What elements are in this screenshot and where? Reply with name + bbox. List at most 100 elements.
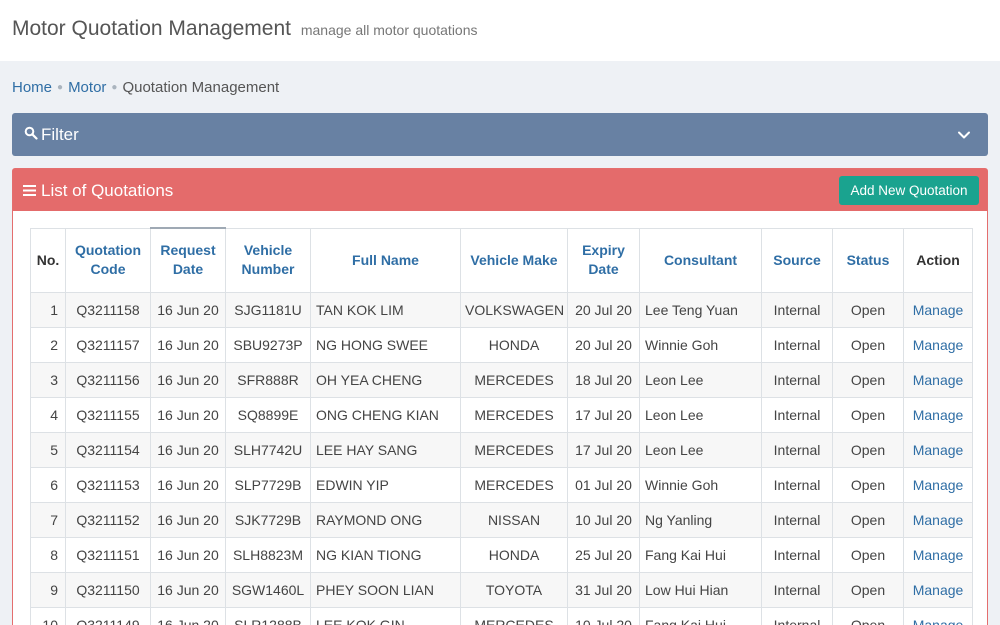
manage-link[interactable]: Manage <box>913 582 964 598</box>
table-row: 5 Q3211154 16 Jun 20 SLH7742U LEE HAY SANG ME… <box>30 431 973 468</box>
action-cell: Manage <box>903 361 973 398</box>
row-number-cell: 5 <box>30 431 66 468</box>
manage-link[interactable]: Manage <box>913 512 964 528</box>
column-header-request-date[interactable]: Request Date <box>150 227 226 293</box>
manage-link[interactable]: Manage <box>913 372 964 388</box>
expiry-date-cell: 31 Jul 20 <box>567 571 640 608</box>
expiry-date-cell: 20 Jul 20 <box>567 326 640 363</box>
row-number-cell: 1 <box>30 291 66 328</box>
vehicle-make-cell: MERCEDES <box>460 466 568 503</box>
page-title: Motor Quotation Management manage all mo… <box>12 17 478 41</box>
manage-link[interactable]: Manage <box>913 477 964 493</box>
vehicle-make-cell: HONDA <box>460 326 568 363</box>
consultant-cell: Leon Lee <box>639 431 762 468</box>
expiry-date-cell: 25 Jul 20 <box>567 536 640 573</box>
manage-link[interactable]: Manage <box>913 302 964 318</box>
action-cell: Manage <box>903 326 973 363</box>
vehicle-number-cell: SFR888R <box>225 361 311 398</box>
consultant-cell: Low Hui Hian <box>639 571 762 608</box>
request-date-cell: 16 Jun 20 <box>150 291 226 328</box>
breadcrumb-motor-link[interactable]: Motor <box>68 79 106 96</box>
action-cell: Manage <box>903 571 973 608</box>
vehicle-number-cell: SLH7742U <box>225 431 311 468</box>
breadcrumb: Home ● Motor ● Quotation Management <box>12 79 279 96</box>
table-row: 4 Q3211155 16 Jun 20 SQ8899E ONG CHENG KIAN M… <box>30 396 973 433</box>
action-cell: Manage <box>903 431 973 468</box>
full-name-cell: EDWIN YIP <box>310 466 461 503</box>
column-header-vehicle-make[interactable]: Vehicle Make <box>460 227 568 293</box>
vehicle-number-cell: SGW1460L <box>225 571 311 608</box>
vehicle-make-cell: VOLKSWAGEN <box>460 291 568 328</box>
consultant-cell: Fang Kai Hui <box>639 606 762 625</box>
expiry-date-cell: 10 Jul 20 <box>567 501 640 538</box>
full-name-cell: RAYMOND ONG <box>310 501 461 538</box>
page-subtitle: manage all motor quotations <box>300 22 478 38</box>
column-header-consultant[interactable]: Consultant <box>639 227 762 293</box>
expiry-date-cell: 18 Jul 20 <box>567 361 640 398</box>
column-header-source[interactable]: Source <box>761 227 833 293</box>
quotation-list-title: List of Quotations <box>41 181 174 200</box>
column-header-status[interactable]: Status <box>832 227 904 293</box>
expiry-date-cell: 17 Jul 20 <box>567 396 640 433</box>
consultant-cell: Leon Lee <box>639 361 762 398</box>
source-cell: Internal <box>761 431 833 468</box>
quotation-code-cell: Q3211150 <box>65 571 151 608</box>
vehicle-make-cell: HONDA <box>460 536 568 573</box>
full-name-cell: NG KIAN TIONG <box>310 536 461 573</box>
status-cell: Open <box>832 466 904 503</box>
status-cell: Open <box>832 571 904 608</box>
manage-link[interactable]: Manage <box>913 337 964 353</box>
manage-link[interactable]: Manage <box>913 617 964 625</box>
status-cell: Open <box>832 291 904 328</box>
column-header-vehicle-number[interactable]: Vehicle Number <box>225 227 311 293</box>
filter-bar[interactable]: Filter <box>12 113 988 156</box>
vehicle-number-cell: SLR1288B <box>225 606 311 625</box>
column-header-no: No. <box>30 227 66 293</box>
vehicle-make-cell: TOYOTA <box>460 571 568 608</box>
request-date-cell: 16 Jun 20 <box>150 501 226 538</box>
breadcrumb-separator: ● <box>111 82 118 93</box>
row-number-cell: 2 <box>30 326 66 363</box>
source-cell: Internal <box>761 571 833 608</box>
quotation-code-cell: Q3211155 <box>65 396 151 433</box>
chevron-down-icon[interactable] <box>956 127 972 143</box>
list-icon <box>23 185 36 196</box>
column-header-full-name[interactable]: Full Name <box>310 227 461 293</box>
breadcrumb-home-link[interactable]: Home <box>12 79 52 96</box>
manage-link[interactable]: Manage <box>913 547 964 563</box>
status-cell: Open <box>832 396 904 433</box>
manage-link[interactable]: Manage <box>913 407 964 423</box>
quotation-code-cell: Q3211157 <box>65 326 151 363</box>
quotation-code-cell: Q3211152 <box>65 501 151 538</box>
quotation-code-cell: Q3211156 <box>65 361 151 398</box>
search-icon <box>24 126 38 140</box>
manage-link[interactable]: Manage <box>913 442 964 458</box>
consultant-cell: Winnie Goh <box>639 326 762 363</box>
column-header-expiry-date[interactable]: Expiry Date <box>567 227 640 293</box>
expiry-date-cell: 01 Jul 20 <box>567 466 640 503</box>
column-header-quotation-code[interactable]: Quotation Code <box>65 227 151 293</box>
consultant-cell: Lee Teng Yuan <box>639 291 762 328</box>
status-cell: Open <box>832 326 904 363</box>
full-name-cell: ONG CHENG KIAN <box>310 396 461 433</box>
quotation-list-header: List of Quotations Add New Quotation <box>13 169 987 211</box>
request-date-cell: 16 Jun 20 <box>150 466 226 503</box>
vehicle-make-cell: MERCEDES <box>460 431 568 468</box>
request-date-cell: 16 Jun 20 <box>150 326 226 363</box>
action-cell: Manage <box>903 606 973 625</box>
table-row: 10 Q3211149 16 Jun 20 SLR1288B LEE KOK GIN ME… <box>30 606 973 625</box>
table-row: 1 Q3211158 16 Jun 20 SJG1181U TAN KOK LIM VOL… <box>30 291 973 328</box>
status-cell: Open <box>832 501 904 538</box>
action-cell: Manage <box>903 396 973 433</box>
source-cell: Internal <box>761 536 833 573</box>
vehicle-number-cell: SJG1181U <box>225 291 311 328</box>
filter-title: Filter <box>41 125 79 144</box>
vehicle-number-cell: SJK7729B <box>225 501 311 538</box>
breadcrumb-separator: ● <box>57 82 64 93</box>
row-number-cell: 9 <box>30 571 66 608</box>
vehicle-make-cell: MERCEDES <box>460 396 568 433</box>
quotations-table: No. Quotation Code Request Date Vehicle … <box>30 227 973 625</box>
add-new-quotation-button[interactable]: Add New Quotation <box>839 176 979 205</box>
table-row: 9 Q3211150 16 Jun 20 SGW1460L PHEY SOON LIAN… <box>30 571 973 608</box>
status-cell: Open <box>832 536 904 573</box>
